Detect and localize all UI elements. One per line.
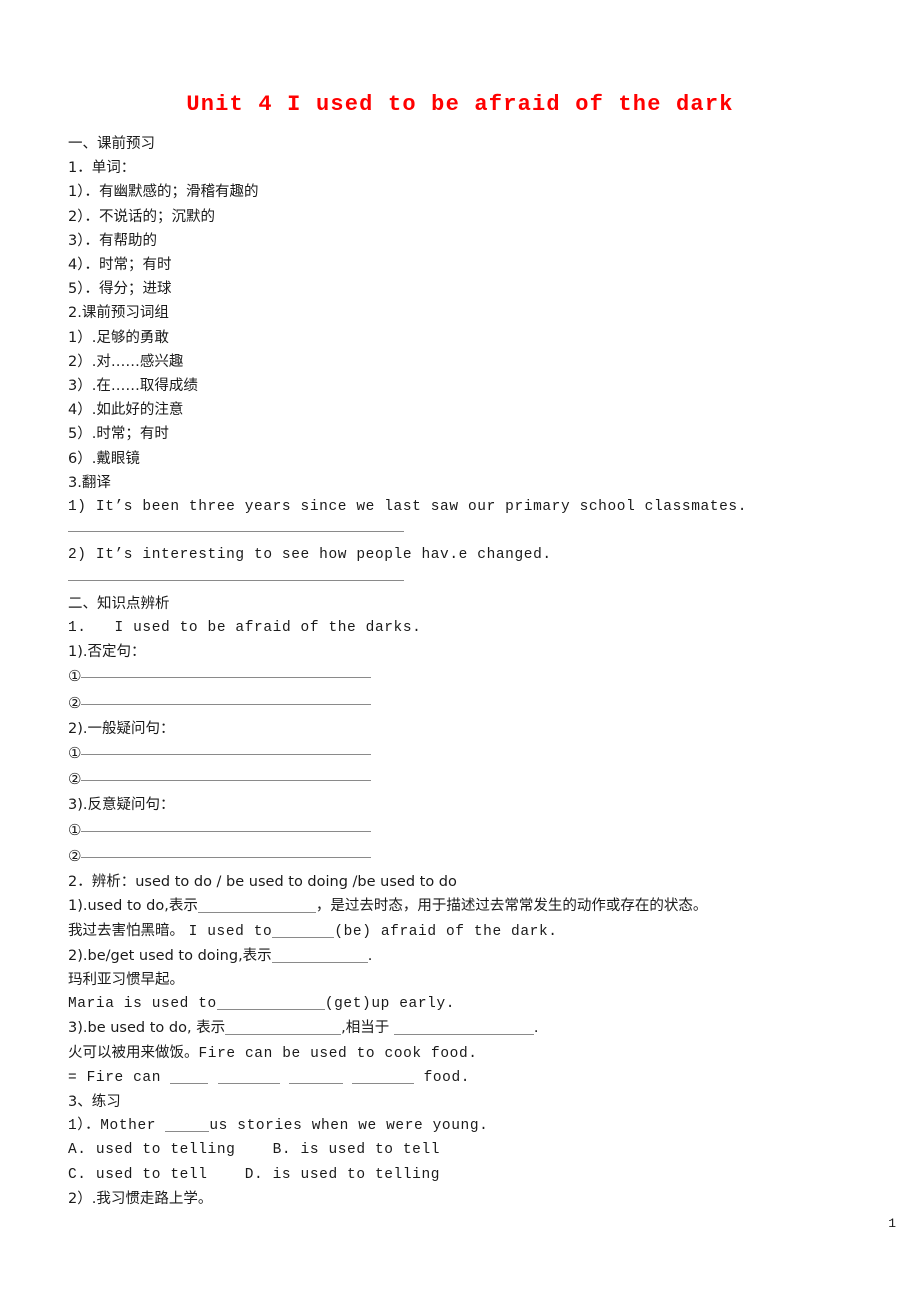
answer-row[interactable]: ② (68, 691, 878, 717)
item-sentence: I used to be afraid of the darks. (114, 620, 422, 637)
answer-underline[interactable] (288, 1071, 343, 1084)
word-item: 2）．不说话的；沉默的 (68, 208, 215, 225)
example-3-chinese: 火可以被用来做饭。 (68, 1044, 199, 1061)
phrase-item: 4）.如此好的注意 (68, 402, 184, 419)
word-item: 5）．得分；进球 (68, 281, 172, 298)
circled-number-1-icon: ① (68, 820, 82, 839)
translate-sentence: 1) It’s been three years since we last s… (68, 499, 748, 516)
document-body: 一、课前预习 1．单词： 1）．有幽默感的；滑稽有趣的 2）．不说话的；沉默的 … (68, 132, 878, 1211)
answer-underline[interactable] (216, 997, 325, 1011)
exercise-question-2: 2）.我习惯走路上学。 (68, 1190, 213, 1207)
translate-answer-blank[interactable] (68, 568, 878, 592)
usage-point-2-pre: 2).be/get used to doing,表示 (68, 947, 272, 964)
answer-row[interactable]: ① (68, 818, 878, 844)
answer-underline[interactable] (197, 900, 316, 914)
answer-underline[interactable] (81, 769, 372, 782)
usage-point-3-post: . (533, 1020, 539, 1037)
example-2-english-post: (get)up early. (324, 996, 456, 1013)
answer-row[interactable]: ② (68, 767, 878, 793)
answer-underline[interactable] (165, 1119, 210, 1133)
word-item: 1）．有幽默感的；滑稽有趣的 (68, 184, 259, 201)
answer-underline[interactable] (272, 925, 335, 938)
page-number: 1 (888, 1216, 896, 1231)
phrase-item: 1）.足够的勇敢 (68, 329, 169, 346)
answer-underline[interactable] (393, 1022, 534, 1036)
phrase-item: 3）.在……取得成绩 (68, 378, 198, 395)
answer-row[interactable]: ② (68, 844, 878, 870)
section-two-item2-heading: 2．辨析：used to do / be used to doing /be u… (68, 874, 457, 891)
usage-example-3-rewrite: = Fire can food. (68, 1066, 878, 1090)
word-item: 4）．时常；有时 (68, 257, 172, 274)
example-2-english-pre: Maria is used to (68, 996, 217, 1013)
section-one-heading: 一、课前预习 (68, 136, 155, 152)
translate-answer-blank[interactable] (68, 519, 878, 543)
answer-underline[interactable] (225, 1022, 342, 1036)
exercise-options-row[interactable]: C. used to tell D. is used to telling (68, 1163, 878, 1187)
answer-row[interactable]: ① (68, 741, 878, 767)
section-two-item1: 1. I used to be afraid of the darks. (68, 616, 878, 640)
section-two-heading: 二、知识点辨析 (68, 595, 170, 612)
answer-underline[interactable] (217, 1071, 280, 1084)
answer-underline[interactable] (81, 666, 372, 679)
example-1-chinese: 我过去害怕黑暗。 (68, 922, 184, 939)
group-label-negative: 1).否定句： (68, 644, 146, 661)
answer-underline[interactable] (81, 820, 372, 832)
answer-underline[interactable] (68, 520, 404, 533)
group-label-general-question: 2).一般疑问句： (68, 720, 175, 737)
section-one-sub2-heading: 2.课前预习词组 (68, 305, 169, 322)
phrase-item: 2）.对……感兴趣 (68, 353, 184, 370)
usage-point-3: 3).be used to do, 表示 ,相当于 . (68, 1016, 878, 1040)
usage-example-3: 火可以被用来做饭。Fire can be used to cook food. (68, 1041, 878, 1066)
usage-point-2: 2).be/get used to doing,表示. (68, 944, 878, 968)
page-title: Unit 4 I used to be afraid of the dark (186, 92, 734, 117)
question-1-pre: 1）．Mother (68, 1118, 166, 1135)
group-label-tag-question: 3).反意疑问句： (68, 797, 175, 814)
usage-point-3-pre: 3).be used to do, 表示 (68, 1020, 226, 1037)
rewrite-post: food. (414, 1069, 471, 1086)
usage-example-1: 我过去害怕黑暗。 I used to (be) afraid of the dar… (68, 919, 878, 944)
circled-number-2-icon: ② (68, 846, 82, 865)
usage-example-2-chinese: 玛利亚习惯早起。 (68, 971, 184, 988)
section-two-item3-heading: 3、练习 (68, 1093, 121, 1110)
usage-point-1: 1).used to do,表示 ，是过去时态，用于描述过去常常发生的动作或存在的… (68, 894, 878, 918)
phrase-item: 5）.时常；有时 (68, 426, 169, 443)
example-1-english-post: (be) afraid of the dark. (334, 923, 558, 940)
question-1-post: us stories when we were young. (209, 1118, 489, 1135)
answer-underline[interactable] (271, 950, 368, 963)
answer-underline[interactable] (170, 1071, 209, 1084)
word-item: 3）．有帮助的 (68, 232, 157, 249)
section-one-sub3-heading: 3.翻译 (68, 474, 111, 491)
item-number: 1. (68, 620, 87, 637)
exercise-options-row[interactable]: A. used to telling B. is used to tell (68, 1138, 878, 1162)
exercise-question-1: 1）．Mother us stories when we were young. (68, 1114, 878, 1138)
circled-number-2-icon: ② (68, 693, 82, 712)
usage-point-2-post: . (367, 947, 373, 964)
section-one-sub1-heading: 1．单词： (68, 160, 136, 177)
circled-number-2-icon: ② (68, 770, 82, 789)
usage-point-3-mid: ,相当于 (341, 1020, 394, 1037)
usage-example-2-english: Maria is used to (get)up early. (68, 992, 878, 1016)
answer-underline[interactable] (81, 693, 372, 705)
usage-point-1-post: ，是过去时态，用于描述过去常常发生的动作或存在的状态。 (315, 898, 708, 915)
example-3-english: Fire can be used to cook food. (198, 1045, 478, 1062)
usage-point-1-pre: 1).used to do,表示 (68, 898, 198, 915)
answer-row[interactable]: ① (68, 664, 878, 690)
answer-underline[interactable] (81, 846, 372, 858)
circled-number-1-icon: ① (68, 667, 82, 686)
rewrite-pre: = Fire can (68, 1069, 171, 1086)
translate-sentence: 2) It’s interesting to see how people ha… (68, 547, 552, 564)
document-page: Unit 4 I used to be afraid of the dark 一… (0, 0, 920, 1302)
circled-number-1-icon: ① (68, 744, 82, 763)
answer-underline[interactable] (68, 569, 404, 581)
answer-underline[interactable] (81, 743, 372, 756)
answer-underline[interactable] (352, 1071, 415, 1084)
phrase-item: 6）.戴眼镜 (68, 450, 140, 467)
example-1-english-pre: I used to (188, 923, 273, 940)
